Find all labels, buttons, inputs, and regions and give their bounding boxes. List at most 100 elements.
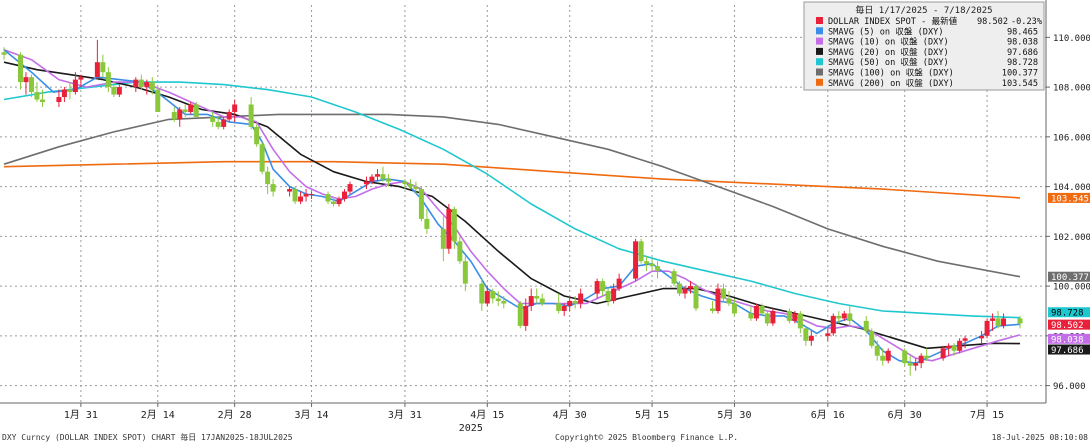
value-tag-text: 98.038: [1051, 335, 1084, 345]
x-tick-label: 1月 31: [64, 409, 98, 421]
candle-body: [611, 288, 617, 302]
candle-body: [655, 266, 661, 272]
candle-body: [979, 335, 985, 339]
candle-body: [924, 355, 930, 359]
y-tick-label: 102.000: [1053, 233, 1090, 243]
candle-body: [951, 345, 957, 351]
candle-body: [907, 363, 913, 366]
value-tag-text: 100.377: [1051, 273, 1089, 283]
legend-series-name: SMAVG (100) on 収盤 (DXY): [828, 67, 954, 79]
candle-body: [149, 82, 155, 90]
candle-body: [918, 355, 924, 364]
candle-body: [764, 313, 770, 324]
y-tick-label: 106.000: [1053, 133, 1090, 143]
candle-body: [770, 310, 776, 324]
candle-body: [451, 208, 457, 242]
candle-body: [600, 281, 606, 292]
legend-swatch: [816, 58, 823, 66]
legend-series-name: SMAVG (10) on 収盤 (DXY): [828, 36, 949, 48]
candle-body: [287, 189, 293, 192]
footer-left-text: DXY Curncy (DOLLAR INDEX SPOT) CHART 毎日 …: [2, 432, 293, 442]
candle-body: [171, 111, 177, 120]
y-tick-label: 108.000: [1053, 84, 1090, 94]
legend-series-value: 98.038: [1007, 38, 1038, 48]
candle-body: [254, 126, 260, 145]
candle-body: [869, 330, 875, 346]
candle-body: [677, 283, 683, 294]
y-tick-label: 96.000: [1053, 382, 1086, 392]
legend-series-name: SMAVG (20) on 収盤 (DXY): [828, 46, 949, 58]
candle-body: [682, 288, 688, 294]
legend-series-value: 103.545: [1002, 79, 1038, 89]
candle-body: [797, 313, 803, 329]
candle-body: [874, 345, 880, 356]
legend-series-value: 97.686: [1007, 48, 1038, 58]
candle-body: [331, 201, 337, 204]
candle-body: [995, 318, 1001, 326]
candle-body: [100, 62, 106, 73]
candle-body: [572, 301, 578, 304]
x-tick-label: 6月 16: [811, 409, 845, 421]
candle-body: [841, 313, 847, 319]
candle-body: [221, 119, 227, 127]
x-tick-label: 5月 15: [635, 409, 669, 421]
legend-swatch: [816, 68, 823, 76]
candle-body: [567, 301, 573, 306]
candle-body: [342, 191, 348, 200]
candle-body: [407, 184, 413, 187]
candle-body: [248, 104, 254, 127]
candle-body: [105, 72, 111, 88]
candle-body: [479, 283, 485, 304]
x-tick-label: 2月 28: [218, 409, 252, 421]
candle-body: [957, 340, 963, 351]
candle-body: [303, 194, 309, 197]
candle-body: [709, 308, 715, 311]
candle-body: [605, 291, 611, 302]
candle-body: [649, 263, 655, 267]
legend-swatch: [816, 37, 823, 45]
candle-body: [902, 350, 908, 364]
x-tick-label: 2月 14: [141, 409, 175, 421]
x-tick-label: 3月 14: [295, 409, 329, 421]
candle-body: [347, 184, 353, 192]
candle-body: [638, 241, 644, 262]
candle-body: [446, 208, 452, 249]
candle-body: [633, 241, 639, 279]
candle-body: [946, 345, 952, 349]
y-tick-label: 110.000: [1053, 34, 1090, 44]
legend-series-name: SMAVG (5) on 収盤 (DXY): [828, 25, 944, 37]
candle-body: [847, 313, 853, 321]
candle-body: [23, 77, 29, 83]
candle-body: [803, 328, 809, 341]
legend-series-name: DOLLAR INDEX SPOT - 最新値: [828, 15, 958, 27]
candle-body: [94, 62, 100, 78]
candle-body: [67, 89, 73, 93]
candle-body: [715, 288, 721, 311]
candle-body: [616, 278, 622, 289]
candle-body: [830, 315, 836, 334]
footer-copyright-text: Copyright© 2025 Bloomberg Finance L.P.: [555, 433, 738, 442]
candle-body: [385, 179, 391, 182]
legend-series-value: 100.377: [1002, 69, 1038, 79]
candle-body: [962, 338, 968, 341]
candle-body: [265, 171, 271, 185]
y-tick-label: 100.000: [1053, 283, 1090, 293]
candle-body: [138, 79, 144, 88]
candle-body: [39, 99, 45, 103]
candle-body: [292, 189, 298, 202]
x-tick-label: 7月 15: [970, 409, 1004, 421]
candle-body: [155, 89, 161, 112]
candle-body: [133, 79, 139, 88]
candle-body: [380, 174, 386, 180]
candle-body: [215, 121, 221, 127]
candle-body: [336, 199, 342, 204]
value-tag-text: 98.728: [1051, 309, 1084, 319]
candle-body: [940, 348, 946, 359]
candle-body: [1001, 318, 1007, 326]
candle-body: [808, 335, 814, 341]
candle-body: [825, 333, 831, 336]
candle-body: [210, 116, 216, 122]
candle-body: [693, 286, 699, 309]
value-tag-text: 103.545: [1051, 194, 1089, 204]
candle-body: [885, 350, 891, 361]
